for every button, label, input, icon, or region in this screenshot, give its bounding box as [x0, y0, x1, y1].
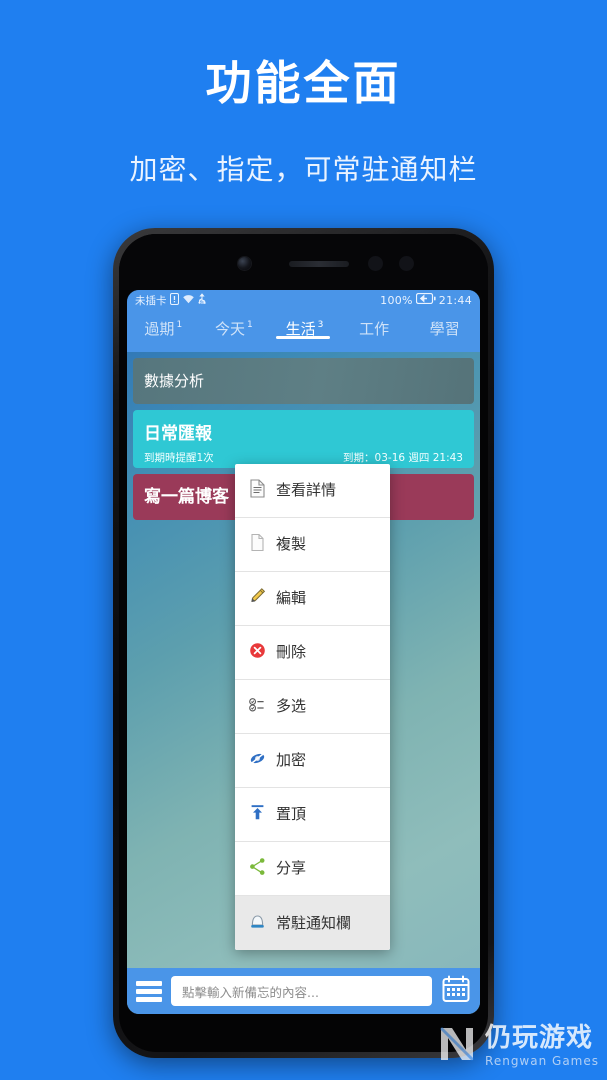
tab-overdue[interactable]: 過期 1 [127, 310, 198, 339]
encrypt-eye-slash-icon [249, 749, 266, 772]
watermark-name-en: Rengwan Games [485, 1054, 599, 1068]
context-menu: 查看詳情 複製 編輯 刪除 多选 加密 置頂 分享 常駐通知欄 [235, 464, 390, 950]
menu-item-label: 分享 [276, 859, 307, 877]
note-title: 日常匯報 [144, 424, 212, 444]
menu-item-label: 常駐通知欄 [276, 913, 352, 932]
tab-badge: 3 [317, 320, 324, 330]
rengwan-logo-icon [436, 1024, 478, 1068]
note-meta: 到期時提醒1次 到期：03-16 週四 21:43 [144, 450, 463, 465]
menu-item-label: 複製 [276, 535, 307, 553]
menu-item-edit[interactable]: 編輯 [235, 572, 390, 626]
menu-item-delete[interactable]: 刪除 [235, 626, 390, 680]
menu-item-view-details[interactable]: 查看詳情 [235, 464, 390, 518]
carrier-label: 未插卡 [135, 294, 167, 307]
calendar-icon[interactable] [441, 974, 471, 1008]
pencil-icon [249, 587, 266, 610]
proximity-sensor-icon [368, 256, 383, 271]
menu-item-label: 編輯 [276, 589, 307, 607]
phone-mockup: 未插卡 100% 21:44 過期 1 今天 1 生活 3 工作 學習 數據分析… [113, 228, 494, 1058]
multi-select-icon [249, 695, 266, 718]
new-memo-placeholder: 點擊輸入新備忘的內容... [182, 984, 319, 1000]
note-due: 到期：03-16 週四 21:43 [343, 452, 463, 464]
clock-label: 21:44 [438, 293, 472, 307]
menu-item-multi-select[interactable]: 多选 [235, 680, 390, 734]
battery-charging-icon [415, 292, 436, 307]
phone-top-bezel [119, 234, 488, 290]
new-memo-input[interactable]: 點擊輸入新備忘的內容... [171, 976, 432, 1006]
menu-item-share[interactable]: 分享 [235, 842, 390, 896]
page-subtitle: 加密、指定，可常驻通知栏 [129, 153, 478, 186]
status-bar-left: 未插卡 [135, 292, 206, 308]
phone-screen-frame: 未插卡 100% 21:44 過期 1 今天 1 生活 3 工作 學習 數據分析… [119, 234, 488, 1052]
note-card[interactable]: 數據分析 [133, 358, 474, 404]
bell-notification-icon [249, 912, 266, 935]
menu-item-label: 置頂 [276, 805, 307, 823]
sim-alert-icon [169, 292, 179, 308]
earpiece-speaker-icon [289, 261, 349, 267]
status-bar-right: 100% 21:44 [380, 292, 472, 307]
menu-item-label: 刪除 [276, 643, 307, 661]
menu-item-label: 查看詳情 [276, 481, 337, 499]
tab-label: 學習 [429, 320, 460, 338]
usb-icon [198, 292, 206, 308]
status-bar: 未插卡 100% 21:44 [127, 290, 480, 310]
menu-item-label: 多选 [276, 697, 307, 715]
menu-item-copy[interactable]: 複製 [235, 518, 390, 572]
tab-badge: 1 [176, 320, 183, 330]
tab-bar: 過期 1 今天 1 生活 3 工作 學習 [127, 310, 480, 352]
tab-label: 今天 [215, 320, 246, 338]
wifi-icon [182, 293, 195, 307]
note-title: 數據分析 [144, 372, 205, 390]
note-reminder: 到期時提醒1次 [144, 452, 214, 464]
tab-study[interactable]: 學習 [409, 310, 480, 339]
tab-work[interactable]: 工作 [339, 310, 410, 339]
battery-percent-label: 100% [380, 293, 413, 307]
bottom-bar: 點擊輸入新備忘的內容... [127, 968, 480, 1014]
pin-top-icon [249, 803, 266, 826]
front-camera-icon [238, 257, 251, 270]
menu-item-label: 加密 [276, 751, 307, 769]
share-icon [249, 857, 266, 880]
menu-item-persistent-notification[interactable]: 常駐通知欄 [235, 896, 390, 950]
tab-underline [276, 336, 331, 339]
watermark-text: 仍玩游戏 Rengwan Games [485, 1025, 599, 1067]
menu-item-encrypt[interactable]: 加密 [235, 734, 390, 788]
watermark: 仍玩游戏 Rengwan Games [436, 1024, 599, 1068]
tab-life[interactable]: 生活 3 [268, 310, 339, 339]
tab-label: 過期 [144, 320, 175, 338]
tab-badge: 1 [247, 320, 253, 330]
watermark-name-cn: 仍玩游戏 [485, 1023, 594, 1053]
app-screen: 未插卡 100% 21:44 過期 1 今天 1 生活 3 工作 學習 數據分析… [127, 290, 480, 1014]
tab-label: 工作 [359, 320, 390, 338]
note-list: 數據分析 日常匯報 到期時提醒1次 到期：03-16 週四 21:43 寫一篇博… [127, 352, 480, 968]
light-sensor-icon [399, 256, 414, 271]
document-lines-icon [249, 479, 266, 502]
page-title: 功能全面 [205, 56, 402, 110]
note-card[interactable]: 日常匯報 到期時提醒1次 到期：03-16 週四 21:43 [133, 410, 474, 468]
tab-today[interactable]: 今天 1 [198, 310, 269, 339]
copy-page-icon [249, 533, 266, 556]
delete-circle-icon [249, 641, 266, 664]
menu-item-pin-top[interactable]: 置頂 [235, 788, 390, 842]
hamburger-icon[interactable] [136, 980, 162, 1002]
